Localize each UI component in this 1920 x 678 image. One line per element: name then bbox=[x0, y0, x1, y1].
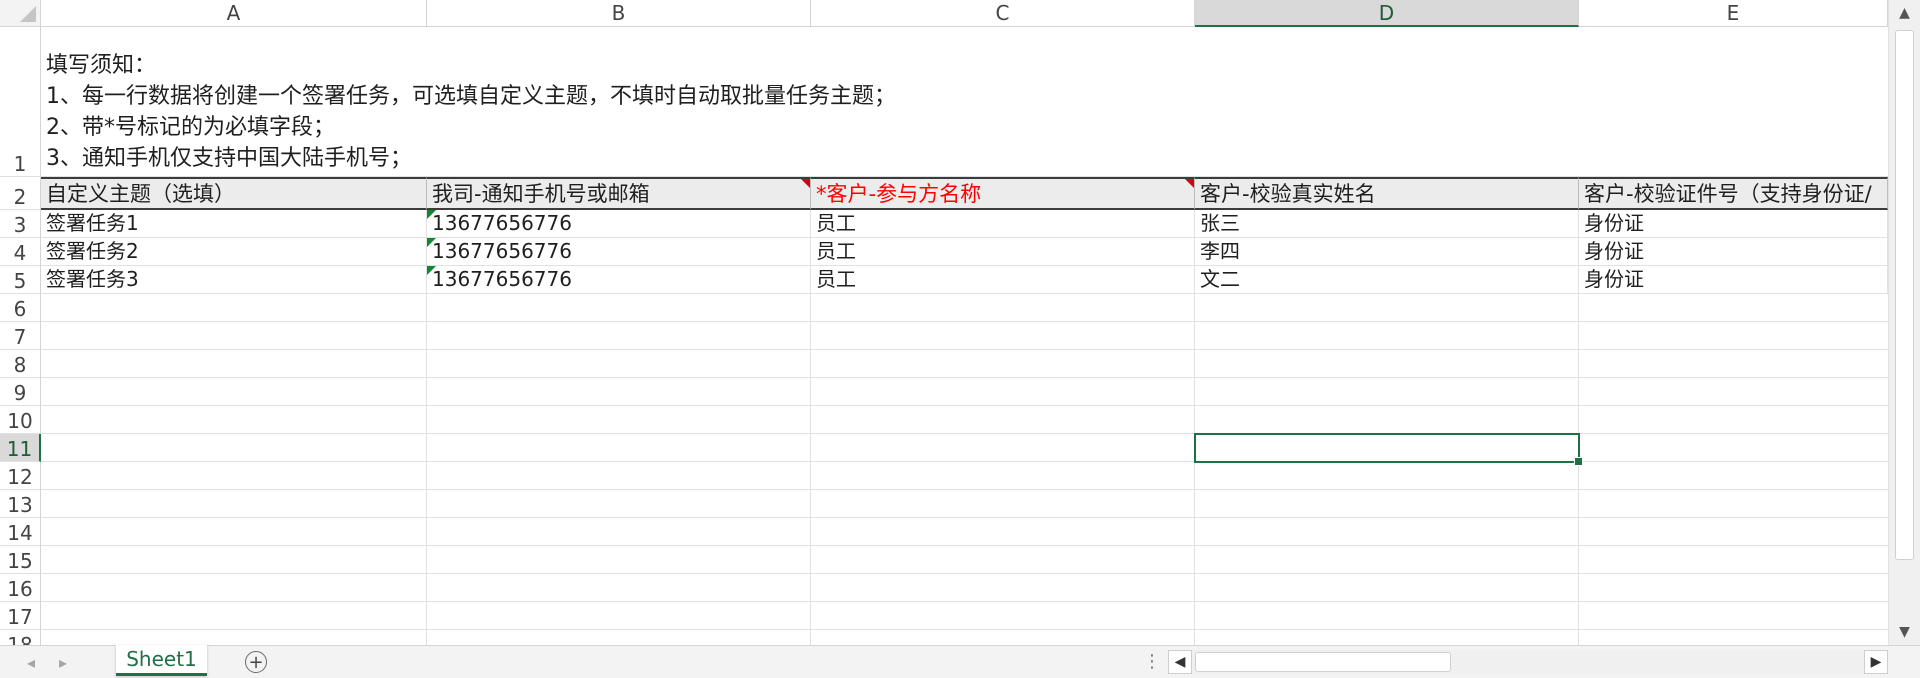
table-cell[interactable]: 身份证 bbox=[1579, 238, 1888, 266]
sheet-tab-bar: ◂ ▸ Sheet1 + ⋮ ◀ ▶ bbox=[0, 645, 1920, 678]
row-header-12[interactable]: 12 bbox=[0, 462, 41, 490]
header-cell-participant-name[interactable]: *客户-参与方名称 bbox=[811, 177, 1195, 210]
row-header-5[interactable]: 5 bbox=[0, 266, 41, 294]
table-cell[interactable]: 签署任务3 bbox=[41, 266, 427, 294]
column-header-e[interactable]: E bbox=[1579, 0, 1888, 27]
row-header-18[interactable]: 18 bbox=[0, 630, 41, 645]
number-as-text-indicator-icon bbox=[427, 238, 436, 247]
add-sheet-icon[interactable]: + bbox=[245, 651, 267, 673]
more-options-icon[interactable]: ⋮ bbox=[1143, 651, 1161, 672]
select-all-corner[interactable] bbox=[0, 0, 41, 27]
row-header-3[interactable]: 3 bbox=[0, 210, 41, 238]
table-cell[interactable]: 身份证 bbox=[1579, 266, 1888, 294]
table-cell[interactable]: 13677656776 bbox=[427, 210, 811, 238]
sheet-tab-sheet1[interactable]: Sheet1 bbox=[116, 645, 207, 676]
cell-value: 13677656776 bbox=[432, 239, 572, 263]
cell-value: 13677656776 bbox=[432, 267, 572, 291]
header-cell-verify-id[interactable]: 客户-校验证件号（支持身份证/ bbox=[1579, 177, 1888, 210]
row-header-9[interactable]: 9 bbox=[0, 378, 41, 406]
cell-value: 13677656776 bbox=[432, 211, 572, 235]
horizontal-scroll-thumb[interactable] bbox=[1195, 652, 1451, 672]
row-header-17[interactable]: 17 bbox=[0, 602, 41, 630]
spreadsheet-grid[interactable]: A B C D E 1 2 3 4 5 6 7 8 9 10 11 12 13 … bbox=[0, 0, 1888, 645]
row-header-13[interactable]: 13 bbox=[0, 490, 41, 518]
table-cell[interactable]: 员工 bbox=[811, 238, 1195, 266]
header-label: 我司-通知手机号或邮箱 bbox=[432, 181, 650, 206]
table-cell[interactable]: 13677656776 bbox=[427, 266, 811, 294]
row-header-6[interactable]: 6 bbox=[0, 294, 41, 322]
row-header-10[interactable]: 10 bbox=[0, 406, 41, 434]
row-header-1[interactable]: 1 bbox=[0, 27, 41, 177]
table-cell[interactable]: 签署任务1 bbox=[41, 210, 427, 238]
header-cell-verify-name[interactable]: 客户-校验真实姓名 bbox=[1195, 177, 1579, 210]
row-header-11[interactable]: 11 bbox=[0, 434, 41, 462]
column-header-b[interactable]: B bbox=[427, 0, 811, 27]
header-cell-custom-subject[interactable]: 自定义主题（选填） bbox=[41, 177, 427, 210]
table-cell[interactable]: 身份证 bbox=[1579, 210, 1888, 238]
row-header-2[interactable]: 2 bbox=[0, 177, 41, 210]
column-header-c[interactable]: C bbox=[811, 0, 1195, 27]
scroll-up-icon[interactable]: ▲ bbox=[1889, 0, 1920, 26]
row-header-14[interactable]: 14 bbox=[0, 518, 41, 546]
table-cell[interactable]: 员工 bbox=[811, 266, 1195, 294]
row-header-7[interactable]: 7 bbox=[0, 322, 41, 350]
vertical-scrollbar[interactable]: ▲ ▼ bbox=[1888, 0, 1920, 645]
row-header-8[interactable]: 8 bbox=[0, 350, 41, 378]
previous-sheet-icon[interactable]: ◂ bbox=[18, 646, 44, 678]
scroll-right-icon[interactable]: ▶ bbox=[1864, 650, 1888, 674]
table-cell[interactable]: 签署任务2 bbox=[41, 238, 427, 266]
number-as-text-indicator-icon bbox=[427, 266, 436, 275]
comment-indicator-icon bbox=[801, 179, 810, 188]
next-sheet-icon[interactable]: ▸ bbox=[50, 646, 76, 678]
table-cell[interactable]: 李四 bbox=[1195, 238, 1579, 266]
number-as-text-indicator-icon bbox=[427, 210, 436, 219]
scroll-down-icon[interactable]: ▼ bbox=[1889, 619, 1920, 645]
row-header-4[interactable]: 4 bbox=[0, 238, 41, 266]
table-cell[interactable]: 张三 bbox=[1195, 210, 1579, 238]
table-cell[interactable]: 文二 bbox=[1195, 266, 1579, 294]
scroll-left-icon[interactable]: ◀ bbox=[1168, 650, 1192, 674]
row-header-16[interactable]: 16 bbox=[0, 574, 41, 602]
row-header-15[interactable]: 15 bbox=[0, 546, 41, 574]
table-cell[interactable]: 员工 bbox=[811, 210, 1195, 238]
column-header-d[interactable]: D bbox=[1195, 0, 1579, 27]
empty-grid-area[interactable] bbox=[41, 294, 1888, 645]
horizontal-scrollbar[interactable]: ◀ ▶ bbox=[1168, 650, 1888, 674]
instructions-cell[interactable]: 填写须知： 1、每一行数据将创建一个签署任务，可选填自定义主题，不填时自动取批量… bbox=[41, 27, 1888, 177]
vertical-scroll-thumb[interactable] bbox=[1895, 30, 1914, 560]
header-label: *客户-参与方名称 bbox=[816, 181, 982, 206]
column-header-a[interactable]: A bbox=[41, 0, 427, 27]
header-cell-notify-contact[interactable]: 我司-通知手机号或邮箱 bbox=[427, 177, 811, 210]
comment-indicator-icon bbox=[1185, 179, 1194, 188]
table-cell[interactable]: 13677656776 bbox=[427, 238, 811, 266]
